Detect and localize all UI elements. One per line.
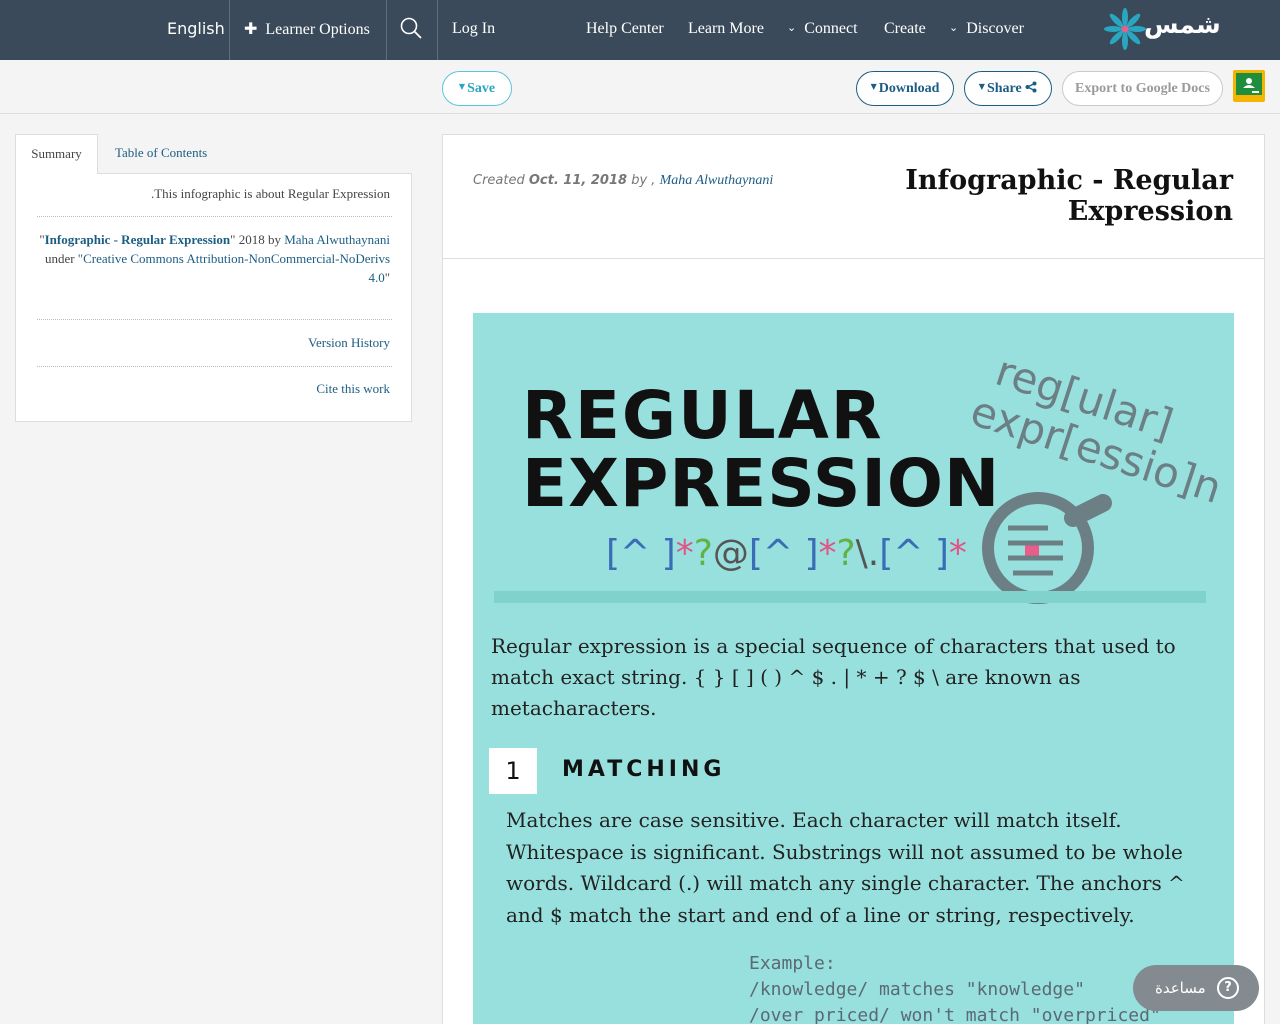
version-history-link[interactable]: Version History bbox=[30, 333, 390, 352]
export-google-docs-button[interactable]: Export to Google Docs bbox=[1062, 71, 1223, 106]
section-text: Matches are case sensitive. Each charact… bbox=[506, 808, 1185, 927]
attribution-text: " Infographic - Regular Expression" 2018 … bbox=[30, 230, 390, 287]
regex-part: [^ ] bbox=[879, 533, 949, 574]
section-title: MATCHING bbox=[562, 757, 726, 782]
regex-part: ? bbox=[836, 533, 856, 574]
classroom-icon bbox=[1236, 73, 1262, 95]
attribution-year: " 2018 by bbox=[230, 232, 285, 247]
search-icon bbox=[400, 17, 422, 39]
help-button[interactable]: مساعدة ? bbox=[1133, 965, 1259, 1011]
create-link[interactable]: Create bbox=[884, 0, 926, 60]
created-label: Created bbox=[473, 173, 525, 188]
logo-text: شمس bbox=[1144, 10, 1221, 39]
divider bbox=[37, 319, 392, 320]
resource-toolbar: ▼ Save ▼ Download ▼ Share Export to Google … bbox=[0, 60, 1280, 114]
connect-menu[interactable]: ⌄ Connect bbox=[787, 0, 858, 60]
infographic-intro-text: Regular expression is a special sequence… bbox=[491, 634, 1176, 720]
save-button[interactable]: ▼ Save bbox=[442, 71, 512, 106]
infographic-divider-bar bbox=[494, 591, 1206, 603]
quote-mark: " bbox=[384, 270, 390, 285]
example-block: Example: /knowledge/ matches "knowledge" /… bbox=[749, 951, 1161, 1024]
download-button[interactable]: ▼ Download bbox=[856, 71, 954, 106]
regex-part: [^ ] bbox=[606, 533, 676, 574]
created-date: Oct. 11, 2018 bbox=[528, 173, 628, 188]
regex-part: [^ ] bbox=[748, 533, 819, 574]
section-number: 1 bbox=[489, 748, 537, 794]
summary-panel: .This infographic is about Regular Expre… bbox=[15, 173, 412, 422]
example-label: Example: bbox=[749, 953, 836, 974]
resource-content-card: Created Oct. 11, 2018 by , Maha Alwuthay… bbox=[442, 134, 1265, 1024]
chevron-down-icon: ⌄ bbox=[949, 21, 959, 34]
regex-part: \. bbox=[855, 533, 880, 574]
search-button[interactable] bbox=[400, 0, 422, 60]
author-link[interactable]: Maha Alwuthaynani bbox=[660, 173, 774, 188]
attribution-author-link[interactable]: Maha Alwuthaynani bbox=[284, 232, 390, 247]
regex-example: [^ ]*?@[^ ]*?\.[^ ]* bbox=[606, 533, 967, 574]
by-label: by , bbox=[631, 173, 656, 188]
attribution-title-link[interactable]: Infographic - Regular Expression bbox=[45, 232, 231, 247]
page-title: Infographic - Regular Expression bbox=[905, 165, 1233, 227]
attribution-under: under bbox=[44, 251, 78, 266]
nav-divider bbox=[229, 0, 230, 60]
share-button[interactable]: ▼ Share bbox=[964, 71, 1052, 106]
infographic-heading-1: REGULAR bbox=[522, 377, 884, 454]
divider bbox=[443, 258, 1264, 259]
save-label: Save bbox=[467, 81, 496, 96]
learner-options-menu[interactable]: ✚ Learner Options bbox=[244, 0, 370, 60]
learner-options-label: Learner Options bbox=[265, 21, 370, 38]
google-classroom-share-button[interactable] bbox=[1233, 70, 1265, 102]
site-logo[interactable]: شمس bbox=[1104, 6, 1221, 54]
magnifier-decoration: reg[ular] expr[essio]n bbox=[965, 346, 1228, 604]
regex-part: * bbox=[818, 533, 837, 574]
sun-logo-icon bbox=[1104, 8, 1146, 50]
divider bbox=[37, 216, 392, 217]
share-label: Share bbox=[986, 81, 1022, 96]
summary-text: .This infographic is about Regular Expre… bbox=[150, 186, 390, 201]
regex-part: * bbox=[948, 533, 967, 574]
regex-part: @ bbox=[712, 533, 749, 574]
plus-icon: ✚ bbox=[244, 19, 258, 38]
caret-down-icon: ▼ bbox=[870, 82, 877, 91]
nav-divider bbox=[437, 0, 438, 60]
discover-label: Discover bbox=[966, 20, 1024, 37]
divider bbox=[37, 366, 392, 367]
resource-meta: Created Oct. 11, 2018 by , Maha Alwuthay… bbox=[473, 173, 773, 189]
infographic-image: reg[ular] expr[essio]n REGULAR EXPRESSIO… bbox=[473, 313, 1234, 1024]
connect-label: Connect bbox=[804, 20, 858, 37]
tab-summary[interactable]: Summary bbox=[15, 134, 98, 174]
tab-table-of-contents[interactable]: Table of Contents bbox=[115, 134, 207, 174]
help-center-link[interactable]: Help Center bbox=[586, 0, 664, 60]
top-navigation: English ✚ Learner Options Log In Help Cen… bbox=[0, 0, 1280, 60]
regex-part: * bbox=[675, 533, 694, 574]
example-line: /knowledge/ matches "knowledge" bbox=[749, 979, 1085, 1000]
learn-more-link[interactable]: Learn More bbox=[688, 0, 764, 60]
regex-part: ? bbox=[693, 533, 713, 574]
help-label: مساعدة bbox=[1155, 979, 1206, 997]
question-circle-icon: ? bbox=[1217, 977, 1239, 999]
log-in-link[interactable]: Log In bbox=[452, 0, 495, 60]
chevron-down-icon: ⌄ bbox=[787, 21, 797, 34]
license-link[interactable]: "Creative Commons Attribution-NonCommerc… bbox=[78, 251, 390, 285]
download-label: Download bbox=[878, 81, 940, 96]
example-line: /over priced/ won't match "overpriced" bbox=[749, 1005, 1161, 1024]
language-selector[interactable]: English bbox=[167, 0, 225, 60]
discover-menu[interactable]: ⌄ Discover bbox=[949, 0, 1024, 60]
nav-divider bbox=[386, 0, 387, 60]
caret-down-icon: ▼ bbox=[458, 82, 466, 91]
share-icon bbox=[1025, 81, 1037, 93]
caret-down-icon: ▼ bbox=[978, 82, 985, 91]
cite-this-work-link[interactable]: Cite this work bbox=[30, 379, 390, 398]
infographic-heading-2: EXPRESSION bbox=[522, 445, 1001, 522]
